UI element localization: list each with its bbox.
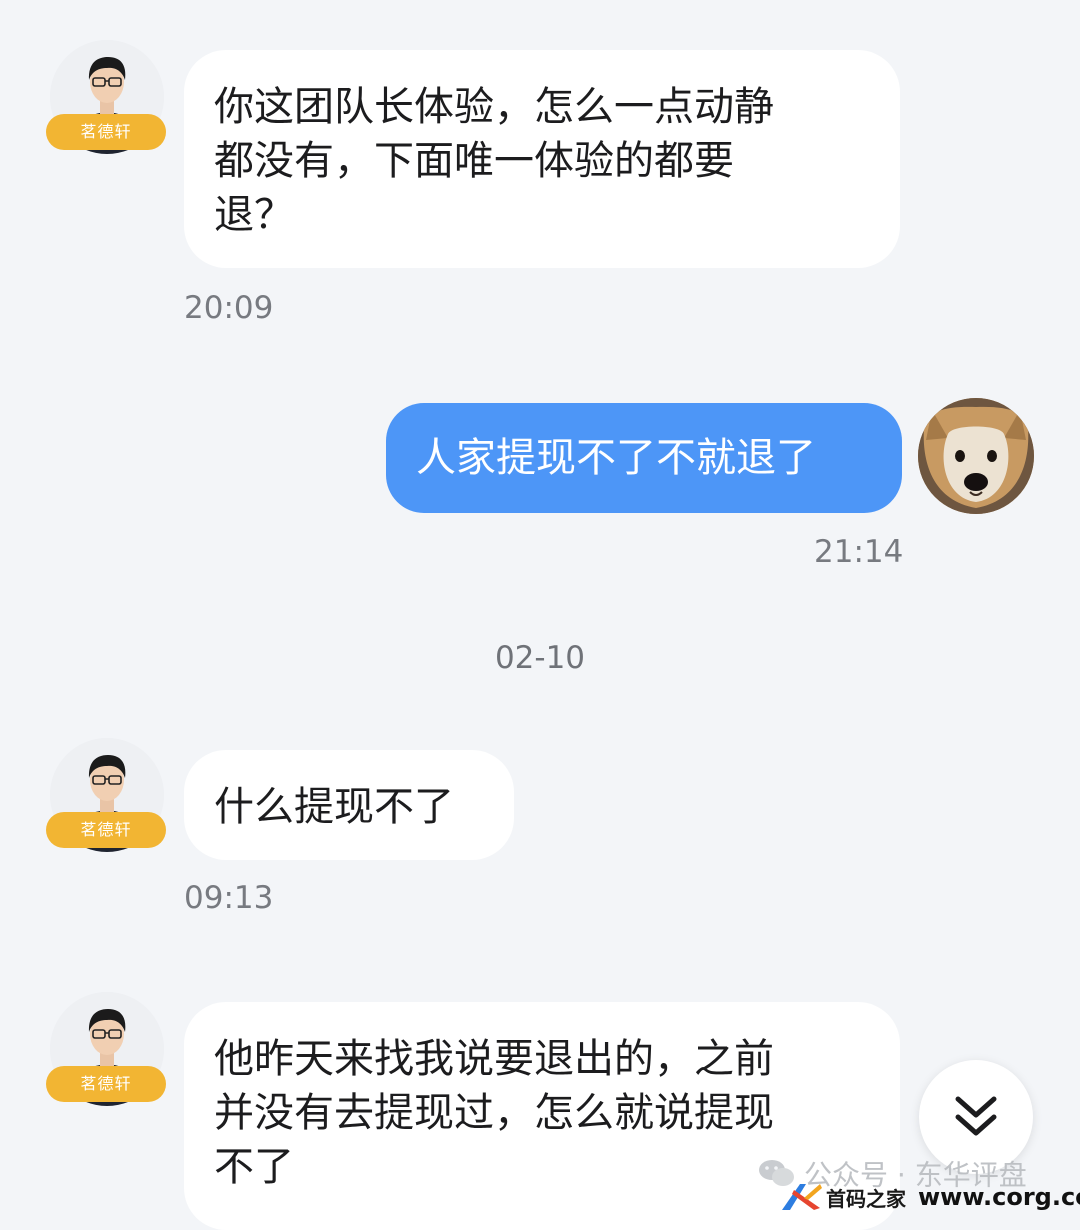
contact-avatar-group[interactable]: 茗德轩 <box>46 40 170 164</box>
contact-name-tag: 茗德轩 <box>46 1066 166 1102</box>
scroll-down-button[interactable] <box>919 1060 1033 1174</box>
message-bubble-incoming[interactable]: 你这团队长体验，怎么一点动静 都没有，下面唯一体验的都要 退？ <box>184 50 900 268</box>
site-name: 首码之家 <box>826 1186 906 1211</box>
contact-avatar-group[interactable]: 茗德轩 <box>46 738 170 862</box>
site-watermark: 首码之家 www.corg.cc <box>780 1180 1080 1214</box>
contact-avatar-group[interactable]: 茗德轩 <box>46 992 170 1116</box>
site-url[interactable]: www.corg.cc <box>918 1183 1080 1211</box>
message-bubble-incoming[interactable]: 什么提现不了 <box>184 750 514 860</box>
chat-view: 茗德轩 你这团队长体验，怎么一点动静 都没有，下面唯一体验的都要 退？ 20:0… <box>0 0 1080 1230</box>
contact-name-tag: 茗德轩 <box>46 812 166 848</box>
message-time: 20:09 <box>184 290 274 326</box>
site-logo-icon <box>782 1184 822 1210</box>
contact-name-tag: 茗德轩 <box>46 114 166 150</box>
date-separator: 02-10 <box>494 640 586 676</box>
message-time: 09:13 <box>184 880 274 916</box>
message-bubble-outgoing[interactable]: 人家提现不了不就退了 <box>386 403 902 513</box>
self-avatar[interactable] <box>918 398 1034 514</box>
double-chevron-down-icon <box>955 1096 997 1136</box>
message-time: 21:14 <box>814 534 904 570</box>
